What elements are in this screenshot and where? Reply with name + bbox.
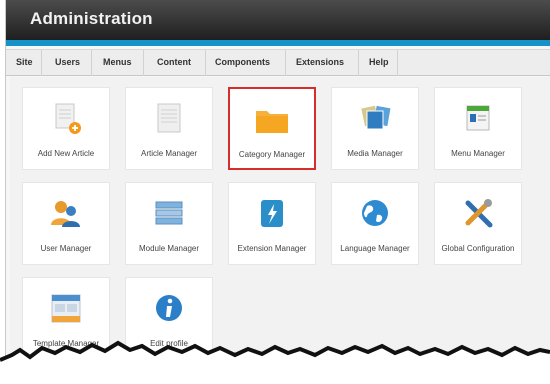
- extension-icon: [261, 200, 283, 227]
- tile-add-new-article[interactable]: Add New Article: [22, 87, 110, 170]
- menu-help[interactable]: Help: [369, 57, 389, 67]
- menu-separator: [285, 50, 286, 76]
- tile-label: Global Configuration: [441, 244, 515, 253]
- menu-separator: [41, 50, 42, 76]
- tile-label: Category Manager: [238, 150, 306, 159]
- tile-label: Media Manager: [347, 149, 403, 158]
- admin-window: Administration Site Users Menus Content …: [5, 0, 550, 384]
- tile-extension-manager[interactable]: Extension Manager: [228, 182, 316, 265]
- header-accent-bar: [6, 40, 550, 46]
- users-icon: [51, 201, 80, 227]
- menu-separator: [358, 50, 359, 76]
- tile-module-manager[interactable]: Module Manager: [125, 182, 213, 265]
- menu-separator: [91, 50, 92, 76]
- tile-global-configuration[interactable]: Global Configuration: [434, 182, 522, 265]
- tile-category-manager[interactable]: Category Manager: [228, 87, 316, 170]
- add-article-icon: [55, 103, 81, 134]
- menu-separator: [205, 50, 206, 76]
- tile-menu-manager[interactable]: Menu Manager: [434, 87, 522, 170]
- tile-label: Template Manager: [32, 339, 100, 348]
- tile-label: Language Manager: [340, 244, 410, 253]
- tile-label: Menu Manager: [451, 149, 505, 158]
- menu-content[interactable]: Content: [157, 57, 191, 67]
- tile-media-manager[interactable]: Media Manager: [331, 87, 419, 170]
- menu-menus[interactable]: Menus: [103, 57, 132, 67]
- menu-separator: [397, 50, 398, 76]
- tile-label: Article Manager: [140, 149, 198, 158]
- template-icon: [51, 294, 81, 323]
- tile-label: Edit profile: [150, 339, 188, 348]
- main-menu-bar: Site Users Menus Content Components Exte…: [6, 49, 550, 76]
- folder-icon: [256, 111, 288, 133]
- menu-manager-icon: [466, 105, 490, 131]
- tools-icon: [465, 199, 493, 228]
- module-icon: [155, 201, 183, 225]
- globe-icon: [362, 200, 388, 226]
- menu-site[interactable]: Site: [16, 57, 33, 67]
- media-icon: [361, 105, 391, 130]
- tile-label: User Manager: [40, 244, 92, 253]
- tile-label: Extension Manager: [237, 244, 307, 253]
- admin-header: Administration: [6, 0, 550, 40]
- tile-template-manager[interactable]: Template Manager: [22, 277, 110, 360]
- menu-users[interactable]: Users: [55, 57, 80, 67]
- tile-article-manager[interactable]: Article Manager: [125, 87, 213, 170]
- menu-separator: [143, 50, 144, 76]
- tile-language-manager[interactable]: Language Manager: [331, 182, 419, 265]
- page-title: Administration: [30, 9, 153, 28]
- tile-label: Add New Article: [37, 149, 95, 158]
- tile-user-manager[interactable]: User Manager: [22, 182, 110, 265]
- tile-label: Module Manager: [138, 244, 200, 253]
- info-icon: [156, 295, 182, 321]
- menu-components[interactable]: Components: [215, 57, 270, 67]
- tile-edit-profile[interactable]: Edit profile: [125, 277, 213, 360]
- control-panel: Add New Article Article Manager Category…: [10, 77, 550, 384]
- menu-extensions[interactable]: Extensions: [296, 57, 344, 67]
- article-manager-icon: [157, 103, 181, 133]
